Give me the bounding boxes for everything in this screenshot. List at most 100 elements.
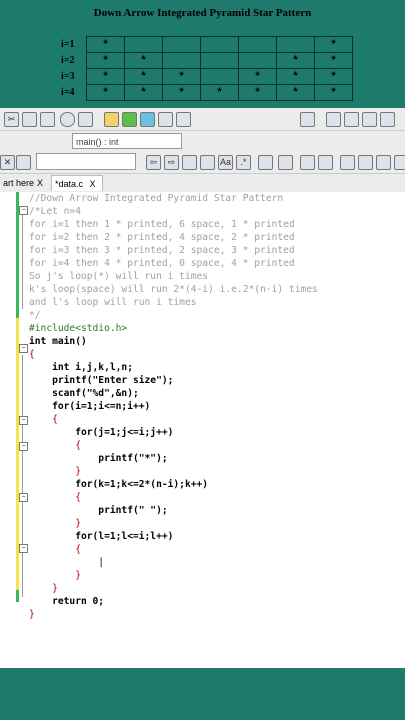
- code-text: //Down Arrow Integrated Pyramid Star Pat…: [29, 192, 318, 620]
- fold-toggle-icon[interactable]: −: [19, 206, 28, 215]
- code-line: }: [29, 583, 58, 594]
- grid-cell: [162, 52, 201, 69]
- compile-run-icon[interactable]: [140, 112, 155, 127]
- back-icon[interactable]: ⇦: [146, 155, 161, 170]
- code-line: for i=1 then 1 * printed, 6 space, 1 * p…: [29, 219, 295, 230]
- class-combo[interactable]: [36, 153, 136, 170]
- copy-icon[interactable]: [22, 112, 37, 127]
- tab-label: art here: [3, 178, 35, 188]
- rebuild-icon[interactable]: [158, 112, 173, 127]
- fold-line: [22, 213, 23, 309]
- code-line: }: [29, 466, 81, 477]
- grid-cell: *: [276, 52, 315, 69]
- stop-icon[interactable]: [176, 112, 191, 127]
- grid-cell: *: [276, 68, 315, 85]
- grid-cell: *: [86, 84, 125, 101]
- code-line: for(l=1;l<=i;l++): [29, 531, 174, 542]
- main-toolbar: ✂: [0, 108, 405, 131]
- layout2-icon[interactable]: [358, 155, 373, 170]
- fold-toggle-icon[interactable]: −: [19, 344, 28, 353]
- code-line: {: [29, 349, 35, 360]
- grid-cell: *: [86, 52, 125, 69]
- step-into-icon[interactable]: [362, 112, 377, 127]
- step-icon[interactable]: [344, 112, 359, 127]
- fold-toggle-icon[interactable]: −: [19, 493, 28, 502]
- fold-toggle-icon[interactable]: −: [19, 442, 28, 451]
- bookmark-icon[interactable]: [200, 155, 215, 170]
- fold-toggle-icon[interactable]: −: [19, 416, 28, 425]
- grid-cell: *: [200, 84, 239, 101]
- code-line: for i=3 then 3 * printed, 2 space, 3 * p…: [29, 245, 295, 256]
- edit-toolbar: ✕ ⇦ ⇨ Aa .*: [0, 151, 405, 174]
- check-icon[interactable]: [300, 112, 315, 127]
- row-label: i=3: [61, 71, 75, 82]
- code-line: return 0;: [29, 596, 105, 607]
- tab-data-c[interactable]: *data.c X: [51, 175, 103, 191]
- code-line: for i=4 then 4 * printed, 0 space, 4 * p…: [29, 258, 295, 269]
- function-combo[interactable]: main() : int: [72, 133, 182, 149]
- grid-row: * * * * * * *: [86, 84, 353, 101]
- code-line: and l's loop will run i times: [29, 297, 197, 308]
- layout3-icon[interactable]: [376, 155, 391, 170]
- chart-icon[interactable]: [318, 155, 333, 170]
- grid-icon[interactable]: [300, 155, 315, 170]
- tab-close-button[interactable]: X: [90, 179, 96, 189]
- grid-cell: [162, 36, 201, 53]
- code-line: {: [29, 492, 81, 503]
- grid-cell: *: [124, 52, 163, 69]
- code-line: #include<stdio.h>: [29, 323, 128, 334]
- code-line: for(j=1;j<=i;j++): [29, 427, 174, 438]
- code-editor[interactable]: − − − − − − //Down Arrow Integrated Pyra…: [0, 192, 405, 668]
- ide-window: ✂ main() : int ✕ ⇦ ⇨ Aa .* art here X *d…: [0, 108, 405, 668]
- bottom-band: [0, 668, 405, 720]
- grid-row: * * * *: [86, 52, 353, 69]
- grid-cell: *: [238, 84, 277, 101]
- replace-icon[interactable]: [78, 112, 93, 127]
- run-icon[interactable]: [122, 112, 137, 127]
- regex-icon[interactable]: .*: [236, 155, 251, 170]
- code-line: So j's loop(*) will run i times: [29, 271, 209, 282]
- code-line: }: [29, 570, 81, 581]
- slide-panel: Down Arrow Integrated Pyramid Star Patte…: [0, 0, 405, 108]
- fold-line: [22, 355, 23, 597]
- tab-close-button[interactable]: X: [34, 175, 50, 191]
- code-line: //Down Arrow Integrated Pyramid Star Pat…: [29, 193, 284, 204]
- font-icon[interactable]: Aa: [218, 155, 233, 170]
- grid-cell: *: [124, 68, 163, 85]
- layout-icon[interactable]: [340, 155, 355, 170]
- grid-cell: *: [314, 52, 353, 69]
- grid-cell: [200, 36, 239, 53]
- globals-icon[interactable]: [16, 155, 31, 170]
- code-line: int i,j,k,l,n;: [29, 362, 133, 373]
- grid-cell: *: [86, 36, 125, 53]
- layout4-icon[interactable]: [394, 155, 405, 170]
- cut-icon[interactable]: ✂: [4, 112, 19, 127]
- compile-icon[interactable]: [104, 112, 119, 127]
- code-line: printf("Enter size");: [29, 375, 174, 386]
- grid-cell: [276, 36, 315, 53]
- find-icon[interactable]: [60, 112, 75, 127]
- code-line: {: [29, 414, 58, 425]
- grid-cell: *: [238, 68, 277, 85]
- goto-icon[interactable]: [182, 155, 197, 170]
- pointer-icon[interactable]: [258, 155, 273, 170]
- code-line: }: [29, 518, 81, 529]
- grid-cell: [238, 52, 277, 69]
- paste-icon[interactable]: [40, 112, 55, 127]
- code-line: printf(" ");: [29, 505, 168, 516]
- code-line: k's loop(space) will run 2*(4-i) i.e.2*(…: [29, 284, 318, 295]
- debug-icon[interactable]: [326, 112, 341, 127]
- fold-toggle-icon[interactable]: −: [19, 544, 28, 553]
- close-icon[interactable]: ✕: [0, 155, 15, 170]
- step-out-icon[interactable]: [380, 112, 395, 127]
- row-label: i=1: [61, 39, 75, 50]
- code-line: /*Let n=4: [29, 206, 81, 217]
- grid-row: * *: [86, 36, 353, 53]
- code-line: int main(): [29, 336, 87, 347]
- forward-icon[interactable]: ⇨: [164, 155, 179, 170]
- rect-icon[interactable]: [278, 155, 293, 170]
- grid-cell: *: [162, 84, 201, 101]
- grid-cell: *: [314, 68, 353, 85]
- code-line: for i=2 then 2 * printed, 4 space, 2 * p…: [29, 232, 295, 243]
- grid-cell: *: [162, 68, 201, 85]
